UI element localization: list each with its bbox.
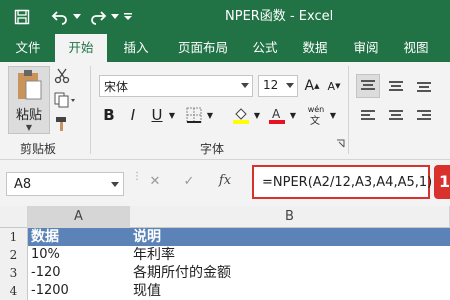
font-dialog-launcher-icon[interactable] <box>334 136 346 150</box>
align-left-icon[interactable] <box>356 104 380 128</box>
phonetic-icon: 文 <box>310 114 320 126</box>
ribbon: 粘贴 ▼ 剪贴板 宋体 12 A ▲ A ▼ B I U ▼ ▼ ▼ A ▼ wén… <box>0 62 450 160</box>
enter-icon[interactable]: ✓ <box>180 174 198 194</box>
align-right-icon[interactable] <box>412 104 436 128</box>
format-painter-icon[interactable] <box>52 114 72 134</box>
svg-text:A: A <box>272 107 281 121</box>
cell-b4[interactable]: 现值 <box>130 282 450 300</box>
cancel-icon[interactable]: ✕ <box>146 174 164 194</box>
shrink-font-button[interactable]: A ▼ <box>324 75 344 97</box>
ribbon-tabs: 文件 开始 插入 页面布局 公式 数据 审阅 视图 <box>0 34 450 62</box>
borders-icon[interactable] <box>183 104 205 126</box>
name-box-value: A8 <box>14 177 32 192</box>
font-color-icon[interactable]: A <box>266 104 288 126</box>
cell-b2[interactable]: 年利率 <box>130 246 450 264</box>
chevron-down-icon <box>241 83 249 88</box>
title-bar: NPER函数 - Excel <box>0 0 450 34</box>
insert-function-icon[interactable]: fx <box>214 173 236 193</box>
row-header[interactable]: 3 <box>0 264 28 282</box>
italic-button[interactable]: I <box>123 104 143 126</box>
tab-review[interactable]: 审阅 <box>344 34 388 62</box>
middle-align-icon[interactable] <box>384 74 408 98</box>
cell-a4[interactable]: -1200 <box>28 282 130 300</box>
redo-icon[interactable] <box>86 0 110 34</box>
shrink-font-icon: A <box>327 79 336 93</box>
fill-color-dropdown-icon[interactable]: ▼ <box>252 104 262 126</box>
name-box[interactable]: A8 <box>6 172 124 196</box>
font-group-label: 字体 <box>200 142 225 156</box>
cell-b3[interactable]: 各期所付的金额 <box>130 264 450 282</box>
callout-badge: 1 <box>434 165 450 199</box>
cell-a1[interactable]: 数据 <box>28 228 130 246</box>
redo-dropdown-icon[interactable] <box>110 0 120 34</box>
bottom-align-icon[interactable] <box>412 74 436 98</box>
window-title: NPER函数 - Excel <box>225 9 334 24</box>
paste-dropdown-icon[interactable]: ▼ <box>26 123 32 132</box>
formula-text: =NPER(A2/12,A3,A4,A5,1) <box>262 175 433 190</box>
undo-icon[interactable] <box>48 0 72 34</box>
phonetic-label: wén <box>307 104 325 114</box>
font-name-select[interactable]: 宋体 <box>99 75 253 97</box>
undo-dropdown-icon[interactable] <box>72 0 82 34</box>
copy-icon[interactable] <box>52 90 78 110</box>
top-align-icon[interactable] <box>356 74 380 98</box>
chevron-down-icon <box>111 182 119 187</box>
column-header-b[interactable]: B <box>130 206 450 228</box>
row-header[interactable]: 1 <box>0 228 28 246</box>
phonetic-guide-button[interactable]: wén 文 <box>304 102 328 128</box>
column-header-a[interactable]: A <box>28 206 130 228</box>
bold-button[interactable]: B <box>99 104 119 126</box>
table-row: 3 -120 各期所付的金额 <box>0 264 450 282</box>
align-center-icon[interactable] <box>384 104 408 128</box>
tab-view[interactable]: 视图 <box>394 34 438 62</box>
tab-insert[interactable]: 插入 <box>113 34 159 62</box>
table-row: 1 数据 说明 <box>0 228 450 246</box>
phonetic-dropdown-icon[interactable]: ▼ <box>328 104 338 126</box>
paste-icon <box>18 69 42 99</box>
font-size-value: 12 <box>263 78 279 92</box>
tab-home[interactable]: 开始 <box>55 34 107 62</box>
customize-toolbar-icon[interactable] <box>122 0 134 34</box>
row-header[interactable]: 2 <box>0 246 28 264</box>
font-name-value: 宋体 <box>104 80 129 94</box>
cut-icon[interactable] <box>52 66 72 86</box>
group-divider <box>348 66 349 154</box>
row-header[interactable]: 4 <box>0 282 28 300</box>
tab-file[interactable]: 文件 <box>6 34 50 62</box>
column-header-row: A B <box>0 206 450 228</box>
font-size-select[interactable]: 12 <box>258 75 298 97</box>
chevron-down-icon <box>286 83 294 88</box>
tab-data[interactable]: 数据 <box>293 34 337 62</box>
cell-a2[interactable]: 10% <box>28 246 130 264</box>
grow-font-button[interactable]: A ▲ <box>302 75 322 97</box>
splitter-handle[interactable]: ⋮ <box>132 172 142 194</box>
tab-page-layout[interactable]: 页面布局 <box>167 34 239 62</box>
cell-b1[interactable]: 说明 <box>130 228 450 246</box>
clipboard-group-label: 剪贴板 <box>20 142 57 156</box>
group-divider <box>90 66 91 154</box>
font-color-dropdown-icon[interactable]: ▼ <box>288 104 298 126</box>
grow-font-icon: A <box>304 78 315 94</box>
underline-dropdown-icon[interactable]: ▼ <box>167 104 177 126</box>
svg-text:文: 文 <box>310 114 320 126</box>
paste-label: 粘贴 <box>15 107 42 123</box>
formula-input[interactable]: =NPER(A2/12,A3,A4,A5,1) <box>252 165 433 199</box>
underline-button[interactable]: U <box>147 104 167 126</box>
tab-formulas[interactable]: 公式 <box>244 34 286 62</box>
select-all-corner[interactable] <box>0 206 28 228</box>
table-row: 2 10% 年利率 <box>0 246 450 264</box>
paste-button[interactable]: 粘贴 ▼ <box>8 66 50 134</box>
borders-dropdown-icon[interactable]: ▼ <box>205 104 215 126</box>
cell-a3[interactable]: -120 <box>28 264 130 282</box>
fill-color-icon[interactable] <box>230 104 252 126</box>
save-icon[interactable] <box>10 0 34 34</box>
table-row: 4 -1200 现值 <box>0 282 450 300</box>
